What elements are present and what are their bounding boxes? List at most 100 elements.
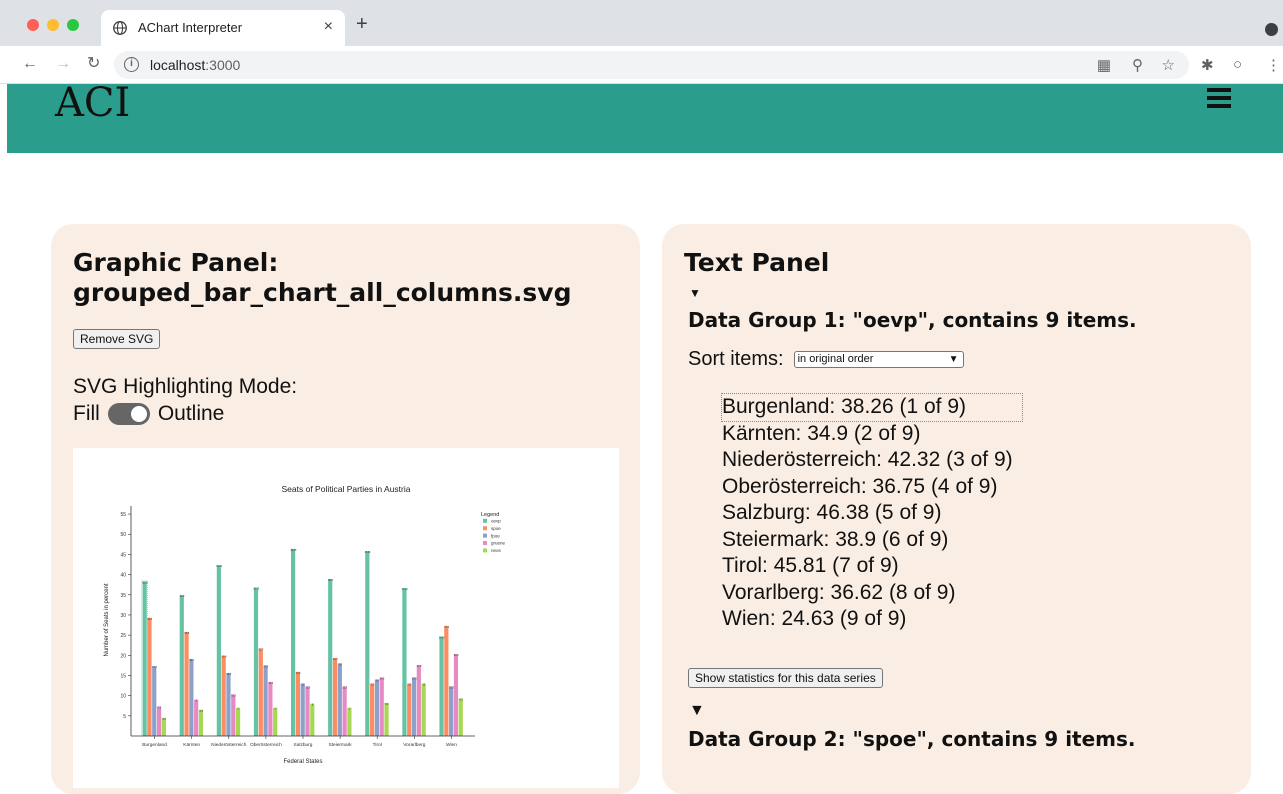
data-group-2-title[interactable]: Data Group 2: "spoe", contains 9 items. bbox=[688, 727, 1136, 751]
bar-value-label: 38.9 bbox=[328, 579, 333, 582]
bar-oevp-2[interactable] bbox=[216, 565, 221, 736]
bar-spoe-6[interactable] bbox=[370, 683, 375, 736]
list-item[interactable]: Oberösterreich: 36.75 (4 of 9) bbox=[722, 474, 1022, 501]
sort-label: Sort items: bbox=[688, 348, 784, 370]
bar-neos-8[interactable] bbox=[458, 698, 463, 736]
address-bar[interactable]: i localhost:3000 ▦ ⚲ ☆ bbox=[114, 51, 1189, 79]
bar-value-label: 17.5 bbox=[264, 665, 269, 668]
tab-title: AChart Interpreter bbox=[138, 20, 243, 35]
bar-gruene-4[interactable] bbox=[305, 686, 310, 736]
bar-value-label: 34.9 bbox=[180, 595, 185, 598]
extensions-puzzle-icon[interactable]: ✱ bbox=[1201, 56, 1214, 74]
bar-fpoe-6[interactable] bbox=[374, 679, 380, 736]
window-minimize-control[interactable] bbox=[47, 19, 59, 31]
list-item[interactable]: Steiermark: 38.9 (6 of 9) bbox=[722, 527, 1022, 554]
bar-neos-3[interactable] bbox=[273, 707, 278, 736]
bar-oevp-7[interactable] bbox=[402, 588, 407, 736]
bar-oevp-0[interactable] bbox=[142, 581, 147, 736]
mode-fill-label: Fill bbox=[73, 402, 100, 425]
disclosure-triangle-icon[interactable]: ▼ bbox=[689, 286, 701, 300]
x-tick-label: Steiermark bbox=[329, 742, 353, 748]
bar-value-label: 15.9 bbox=[296, 672, 301, 675]
list-item[interactable]: Wien: 24.63 (9 of 9) bbox=[722, 606, 1022, 633]
bar-oevp-3[interactable] bbox=[253, 587, 259, 736]
browser-tab[interactable]: AChart Interpreter × bbox=[101, 10, 345, 46]
bar-oevp-6[interactable] bbox=[365, 551, 370, 736]
bar-oevp-1[interactable] bbox=[179, 595, 184, 736]
bar-fpoe-0[interactable] bbox=[152, 666, 157, 736]
bar-spoe-1[interactable] bbox=[184, 631, 189, 736]
y-tick-label: 50 bbox=[120, 532, 126, 538]
bar-fpoe-7[interactable] bbox=[411, 677, 417, 736]
new-tab-icon[interactable]: + bbox=[356, 14, 368, 34]
reload-icon[interactable]: ↻ bbox=[87, 55, 100, 73]
hamburger-menu-icon[interactable] bbox=[1207, 88, 1231, 108]
list-item[interactable]: Tirol: 45.81 (7 of 9) bbox=[722, 553, 1022, 580]
bar-oevp-8[interactable] bbox=[439, 636, 444, 736]
window-close-control[interactable] bbox=[27, 19, 39, 31]
sort-select[interactable]: in original order ▼ bbox=[793, 351, 964, 368]
tab-search-icon[interactable] bbox=[1265, 23, 1278, 36]
bar-oevp-4[interactable] bbox=[291, 548, 296, 736]
bar-neos-7[interactable] bbox=[421, 683, 426, 736]
bar-gruene-1[interactable] bbox=[194, 699, 199, 736]
zoom-icon[interactable]: ⚲ bbox=[1132, 56, 1143, 74]
list-item[interactable]: Salzburg: 46.38 (5 of 9) bbox=[722, 500, 1022, 527]
bar-value-label: 14.5 bbox=[380, 677, 385, 680]
list-item[interactable]: Burgenland: 38.26 (1 of 9) bbox=[720, 393, 1024, 422]
list-item[interactable]: Vorarlberg: 36.62 (8 of 9) bbox=[722, 580, 1022, 607]
legend-swatch-fpoe bbox=[483, 533, 487, 538]
bar-gruene-3[interactable] bbox=[268, 681, 273, 736]
highlight-mode-toggle[interactable] bbox=[107, 403, 150, 425]
bar-fpoe-4[interactable] bbox=[300, 683, 305, 736]
site-info-icon[interactable]: i bbox=[124, 57, 139, 72]
profile-icon[interactable]: ○ bbox=[1233, 56, 1242, 73]
bar-neos-4[interactable] bbox=[310, 703, 315, 736]
bar-value-label: 12.3 bbox=[305, 686, 310, 689]
remove-svg-button[interactable]: Remove SVG bbox=[73, 329, 161, 349]
bar-gruene-7[interactable] bbox=[416, 664, 421, 736]
bar-gruene-0[interactable] bbox=[156, 706, 162, 736]
bar-neos-1[interactable] bbox=[198, 709, 204, 736]
x-tick-label: Burgenland bbox=[142, 742, 167, 748]
window-zoom-control[interactable] bbox=[67, 19, 79, 31]
bar-gruene-6[interactable] bbox=[379, 677, 384, 736]
translate-icon[interactable]: ▦ bbox=[1097, 56, 1111, 74]
disclosure-triangle-icon[interactable]: ▼ bbox=[689, 702, 705, 720]
bar-value-label: 36.62 bbox=[402, 588, 409, 591]
bar-oevp-5[interactable] bbox=[328, 579, 333, 736]
bar-spoe-2[interactable] bbox=[221, 655, 226, 736]
show-statistics-button[interactable]: Show statistics for this data series bbox=[688, 668, 883, 688]
bar-gruene-5[interactable] bbox=[342, 686, 347, 736]
bar-spoe-5[interactable] bbox=[332, 658, 338, 736]
bar-spoe-0[interactable] bbox=[147, 617, 152, 736]
bar-neos-5[interactable] bbox=[347, 707, 352, 736]
bar-spoe-4[interactable] bbox=[295, 671, 300, 736]
bar-spoe-3[interactable] bbox=[258, 648, 263, 736]
bar-spoe-7[interactable] bbox=[407, 683, 412, 736]
bar-neos-6[interactable] bbox=[384, 702, 389, 736]
x-tick-label: Oberösterreich bbox=[250, 742, 282, 748]
app-title: ACI bbox=[55, 80, 131, 126]
bar-gruene-8[interactable] bbox=[453, 654, 459, 736]
forward-arrow-icon[interactable]: → bbox=[55, 55, 71, 73]
highlight-mode-row: Fill Outline bbox=[73, 402, 224, 426]
bar-value-label: 36.75 bbox=[253, 588, 260, 591]
bar-fpoe-8[interactable] bbox=[449, 686, 454, 736]
list-item[interactable]: Niederösterreich: 42.32 (3 of 9) bbox=[722, 447, 1022, 474]
bookmark-star-icon[interactable]: ☆ bbox=[1162, 56, 1175, 74]
bar-fpoe-1[interactable] bbox=[189, 658, 194, 736]
bar-fpoe-2[interactable] bbox=[226, 673, 231, 736]
close-tab-icon[interactable]: × bbox=[324, 18, 333, 36]
data-group-1-title[interactable]: Data Group 1: "oevp", contains 9 items. bbox=[688, 308, 1137, 332]
list-item[interactable]: Kärnten: 34.9 (2 of 9) bbox=[722, 421, 1022, 448]
bar-gruene-2[interactable] bbox=[231, 694, 236, 736]
browser-menu-icon[interactable]: ⋮ bbox=[1266, 56, 1281, 74]
grouped-bar-chart[interactable]: Seats of Political Parties in Austria 38… bbox=[73, 448, 619, 788]
legend-swatch-neos bbox=[483, 548, 487, 553]
bar-fpoe-3[interactable] bbox=[263, 665, 268, 736]
bar-fpoe-5[interactable] bbox=[337, 663, 342, 736]
bar-spoe-8[interactable] bbox=[444, 625, 449, 736]
back-arrow-icon[interactable]: ← bbox=[22, 55, 38, 73]
bar-neos-2[interactable] bbox=[235, 707, 241, 736]
